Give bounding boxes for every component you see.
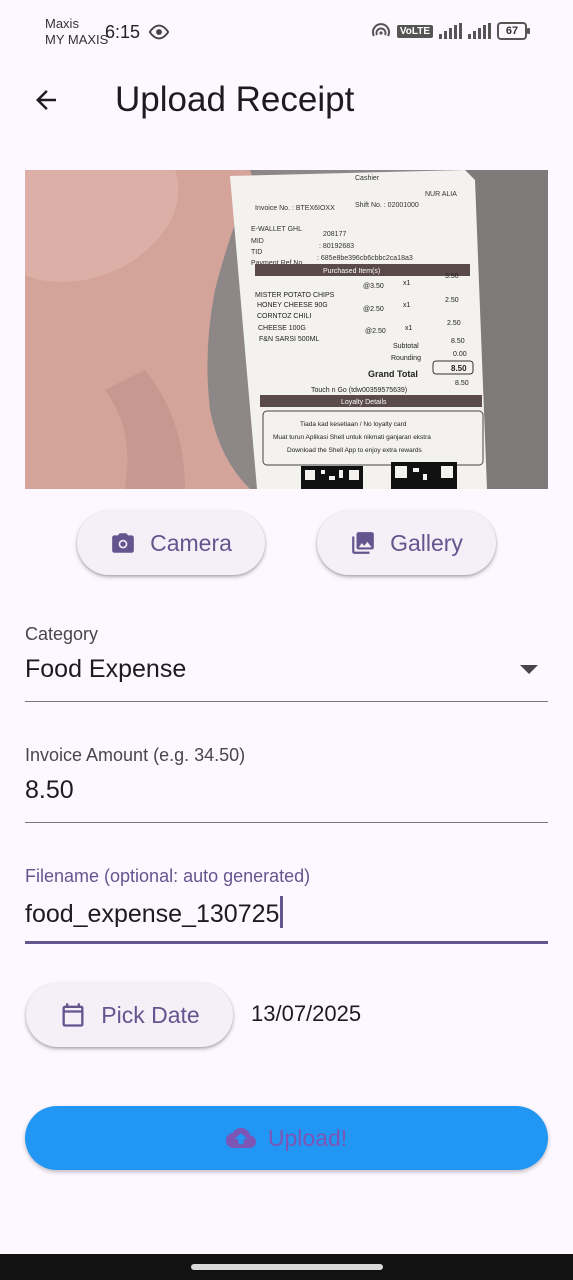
receipt-ewallet: E-WALLET GHL — [251, 226, 302, 233]
receipt-grand-total-value: 8.50 — [451, 364, 467, 373]
receipt-loyalty-line2: Muat turun Aplikasi Shell untuk nikmati … — [273, 434, 431, 441]
receipt-preview-image: Invoice No. : BTEX6IOXX Cashier NUR ALIA… — [25, 170, 548, 489]
receipt-item-amount-0: 3.50 — [445, 273, 459, 280]
receipt-item-unit-2: @2.50 — [363, 306, 384, 313]
invoice-amount-field[interactable]: Invoice Amount (e.g. 34.50) 8.50 — [25, 744, 548, 824]
receipt-payref-value: : 685e8be396cb6cbbc2ca18a3 — [317, 255, 413, 262]
category-dropdown[interactable]: Category Food Expense — [25, 623, 548, 703]
receipt-item-unit-4: @2.50 — [365, 328, 386, 335]
dropdown-arrow-icon — [520, 665, 538, 674]
camera-button-label: Camera — [150, 529, 232, 556]
camera-icon — [112, 533, 134, 553]
status-icons: VoLTE 67 — [371, 22, 530, 40]
upload-button[interactable]: Upload! — [25, 1106, 548, 1170]
filename-label: Filename (optional: auto generated) — [25, 866, 311, 886]
filename-underline — [25, 941, 548, 944]
invoice-amount-value: 8.50 — [25, 776, 74, 804]
receipt-shift-no: Shift No. : 02001000 — [355, 202, 419, 209]
receipt-item-qty-4: x1 — [405, 325, 413, 332]
category-label: Category — [25, 624, 99, 644]
filename-value-row: food_expense_130725 — [25, 896, 548, 929]
receipt-item-name-2: CORNTOZ CHILI — [257, 313, 311, 320]
selected-date: 13/07/2025 — [251, 1001, 362, 1026]
category-value: Food Expense — [25, 655, 187, 683]
receipt-cashier: Cashier — [355, 175, 380, 182]
hotspot-icon — [371, 23, 390, 37]
status-time: 6:15 — [105, 22, 141, 42]
camera-button[interactable]: Camera — [77, 511, 265, 575]
receipt-item-name-4: F&N SARSI 500ML — [259, 336, 319, 343]
eye-icon — [148, 24, 170, 40]
home-indicator[interactable] — [191, 1264, 383, 1270]
network-name: MY MAXIS — [45, 32, 109, 47]
carrier-info: Maxis MY MAXIS — [45, 16, 108, 48]
cloud-upload-icon — [225, 1128, 256, 1148]
receipt-mid-label: MID — [251, 238, 264, 245]
carrier-name: Maxis — [45, 16, 79, 31]
signal-strength-icon — [439, 23, 462, 39]
page-title: Upload Receipt — [115, 80, 355, 119]
receipt-item-qty-0: x1 — [403, 280, 411, 287]
status-bar: Maxis MY MAXIS 6:15 VoLTE 67 — [0, 0, 573, 60]
receipt-grand-total-label: Grand Total — [368, 369, 418, 379]
receipt-item-name-1: HONEY CHEESE 90G — [257, 302, 328, 309]
receipt-cashier-name: NUR ALIA — [425, 191, 457, 198]
filename-value: food_expense_130725 — [25, 900, 280, 928]
gallery-button[interactable]: Gallery — [317, 511, 496, 575]
receipt-tid-label: TID — [251, 249, 262, 256]
receipt-item-amount-4: 2.50 — [447, 320, 461, 327]
battery-icon: 67 — [497, 22, 530, 40]
text-cursor — [280, 896, 284, 928]
invoice-amount-underline — [25, 822, 548, 823]
receipt-item-amount-2: 2.50 — [445, 297, 459, 304]
receipt-subtotal-value: 8.50 — [451, 338, 465, 345]
photo-library-icon — [352, 532, 374, 554]
receipt-touchngo: Touch n Go (tdw00359575639) — [311, 387, 407, 394]
signal-strength-icon-2 — [468, 23, 491, 39]
receipt-loyalty-header: Loyalty Details — [341, 399, 387, 406]
gallery-button-label: Gallery — [390, 529, 463, 556]
receipt-item-name-0: MISTER POTATO CHIPS — [255, 292, 335, 299]
filename-field[interactable]: Filename (optional: auto generated) food… — [25, 865, 548, 945]
receipt-loyalty-line1: Tiada kad kesetiaan / No loyalty card — [300, 421, 407, 428]
receipt-loyalty-line3: Download the Shell App to enjoy extra re… — [287, 447, 423, 454]
receipt-purchased-header: Purchased Item(s) — [323, 268, 380, 275]
volte-badge: VoLTE — [396, 24, 433, 38]
arrow-back-icon — [36, 90, 56, 110]
calendar-icon — [62, 1003, 84, 1027]
pick-date-button[interactable]: Pick Date — [26, 983, 233, 1047]
receipt-mid-value: 208177 — [323, 231, 346, 238]
receipt-rounding-value: 0.00 — [453, 351, 467, 358]
receipt-tid-value: : 80192683 — [319, 243, 354, 250]
back-button[interactable] — [26, 80, 66, 120]
pick-date-label: Pick Date — [101, 1001, 200, 1028]
receipt-touchngo-value: 8.50 — [455, 380, 469, 387]
receipt-invoice-no: Invoice No. : BTEX6IOXX — [255, 205, 335, 212]
invoice-amount-label: Invoice Amount (e.g. 34.50) — [25, 745, 246, 765]
receipt-item-name-3: CHEESE 100G — [258, 325, 306, 332]
receipt-item-qty-2: x1 — [403, 302, 411, 309]
receipt-subtotal-label: Subtotal — [393, 343, 419, 350]
receipt-item-unit-0: @3.50 — [363, 283, 384, 290]
upload-button-label: Upload! — [267, 1124, 348, 1151]
receipt-rounding-label: Rounding — [391, 355, 421, 362]
category-underline — [25, 701, 548, 702]
